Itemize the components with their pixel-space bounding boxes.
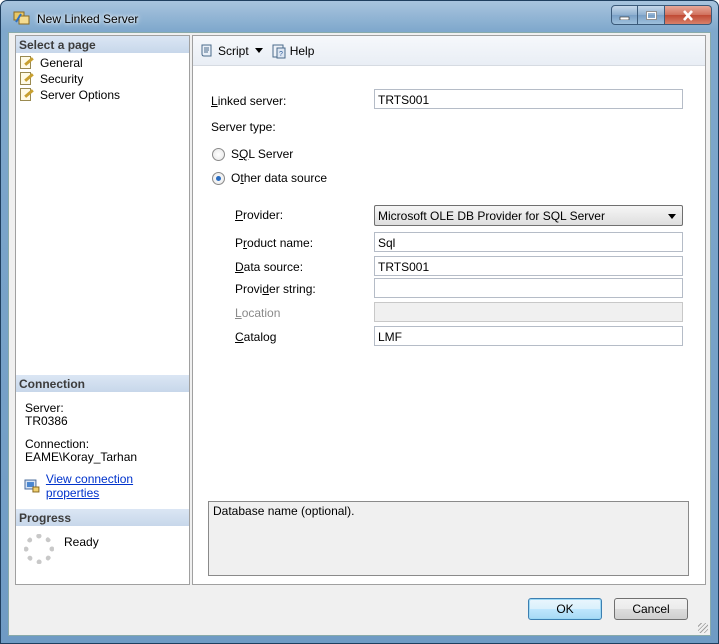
page-icon (19, 72, 35, 86)
linked-server-icon (13, 11, 30, 25)
view-connection-row: View connection properties (24, 472, 189, 500)
resize-grip[interactable] (698, 623, 708, 633)
help-icon: ? (272, 44, 286, 58)
product-name-input[interactable]: Sql (374, 232, 683, 252)
progress-header: Progress (16, 509, 189, 526)
catalog-label: Catalog (235, 330, 277, 344)
page-icon (19, 56, 35, 70)
connection-header: Connection (16, 375, 189, 392)
script-dropdown-button[interactable] (254, 48, 263, 53)
other-data-source-label[interactable]: Other data source (231, 171, 327, 185)
provider-select[interactable]: Microsoft OLE DB Provider for SQL Server (374, 205, 683, 226)
script-icon (201, 44, 212, 56)
cancel-button[interactable]: Cancel (614, 598, 688, 620)
maximize-icon (645, 10, 657, 20)
minimize-button[interactable] (611, 5, 638, 25)
left-pane: Select a page General Security Server Op… (15, 35, 190, 585)
connection-properties-icon (24, 479, 40, 493)
catalog-input[interactable]: LMF (374, 326, 683, 346)
sql-server-radio[interactable] (212, 148, 225, 161)
window-title: New Linked Server (37, 12, 139, 26)
dialog-window: New Linked Server Select a page General … (0, 0, 719, 644)
close-button[interactable] (665, 5, 712, 25)
server-value: TR0386 (25, 414, 68, 428)
caption-buttons (611, 5, 712, 25)
sql-server-label[interactable]: SQL Server (231, 147, 293, 161)
progress-spinner-icon (24, 534, 54, 564)
script-label: Script (218, 43, 249, 58)
page-security[interactable]: Security (19, 71, 83, 87)
provider-label: Provider: (235, 208, 284, 222)
provider-string-label: Provider string: (235, 282, 316, 296)
page-server-options[interactable]: Server Options (19, 87, 120, 103)
linked-server-input[interactable]: TRTS001 (374, 89, 683, 109)
toolbar: Script ? Help (193, 36, 705, 66)
description-panel: Database name (optional). (208, 501, 689, 576)
help-button[interactable]: ? Help (271, 43, 315, 59)
linked-server-label: Linked server: (211, 94, 287, 108)
page-label: General (40, 56, 83, 70)
dropdown-arrow-icon (254, 48, 263, 53)
connection-value: EAME\Koray_Tarhan (25, 450, 138, 464)
page-label: Security (40, 72, 84, 86)
provider-selected-value: Microsoft OLE DB Provider for SQL Server (378, 209, 605, 223)
minimize-icon (619, 16, 630, 20)
page-general[interactable]: General (19, 55, 83, 71)
svg-text:?: ? (279, 51, 283, 58)
ok-button[interactable]: OK (528, 598, 602, 620)
right-pane: Script ? Help Linked server: TRTS001 Ser… (192, 35, 706, 585)
dialog-client-area: Select a page General Security Server Op… (8, 32, 711, 636)
data-source-input[interactable]: TRTS001 (374, 256, 683, 276)
provider-string-input[interactable] (374, 278, 683, 298)
product-name-label: Product name: (235, 236, 314, 250)
title-bar[interactable]: New Linked Server (1, 1, 718, 33)
close-icon (683, 9, 693, 21)
maximize-button[interactable] (638, 5, 665, 25)
chevron-down-icon (668, 214, 676, 219)
view-connection-properties-link[interactable]: View connection properties (46, 472, 189, 500)
location-input (374, 302, 683, 322)
other-data-source-radio[interactable] (212, 172, 225, 185)
page-icon (19, 88, 35, 102)
progress-status: Ready (64, 535, 99, 549)
server-type-label: Server type: (211, 120, 276, 134)
select-page-header: Select a page (16, 36, 189, 53)
location-label: Location (235, 306, 281, 320)
data-source-label: Data source: (235, 260, 304, 274)
help-label: Help (289, 43, 315, 58)
script-button[interactable]: Script (199, 43, 249, 59)
page-label: Server Options (40, 88, 121, 102)
